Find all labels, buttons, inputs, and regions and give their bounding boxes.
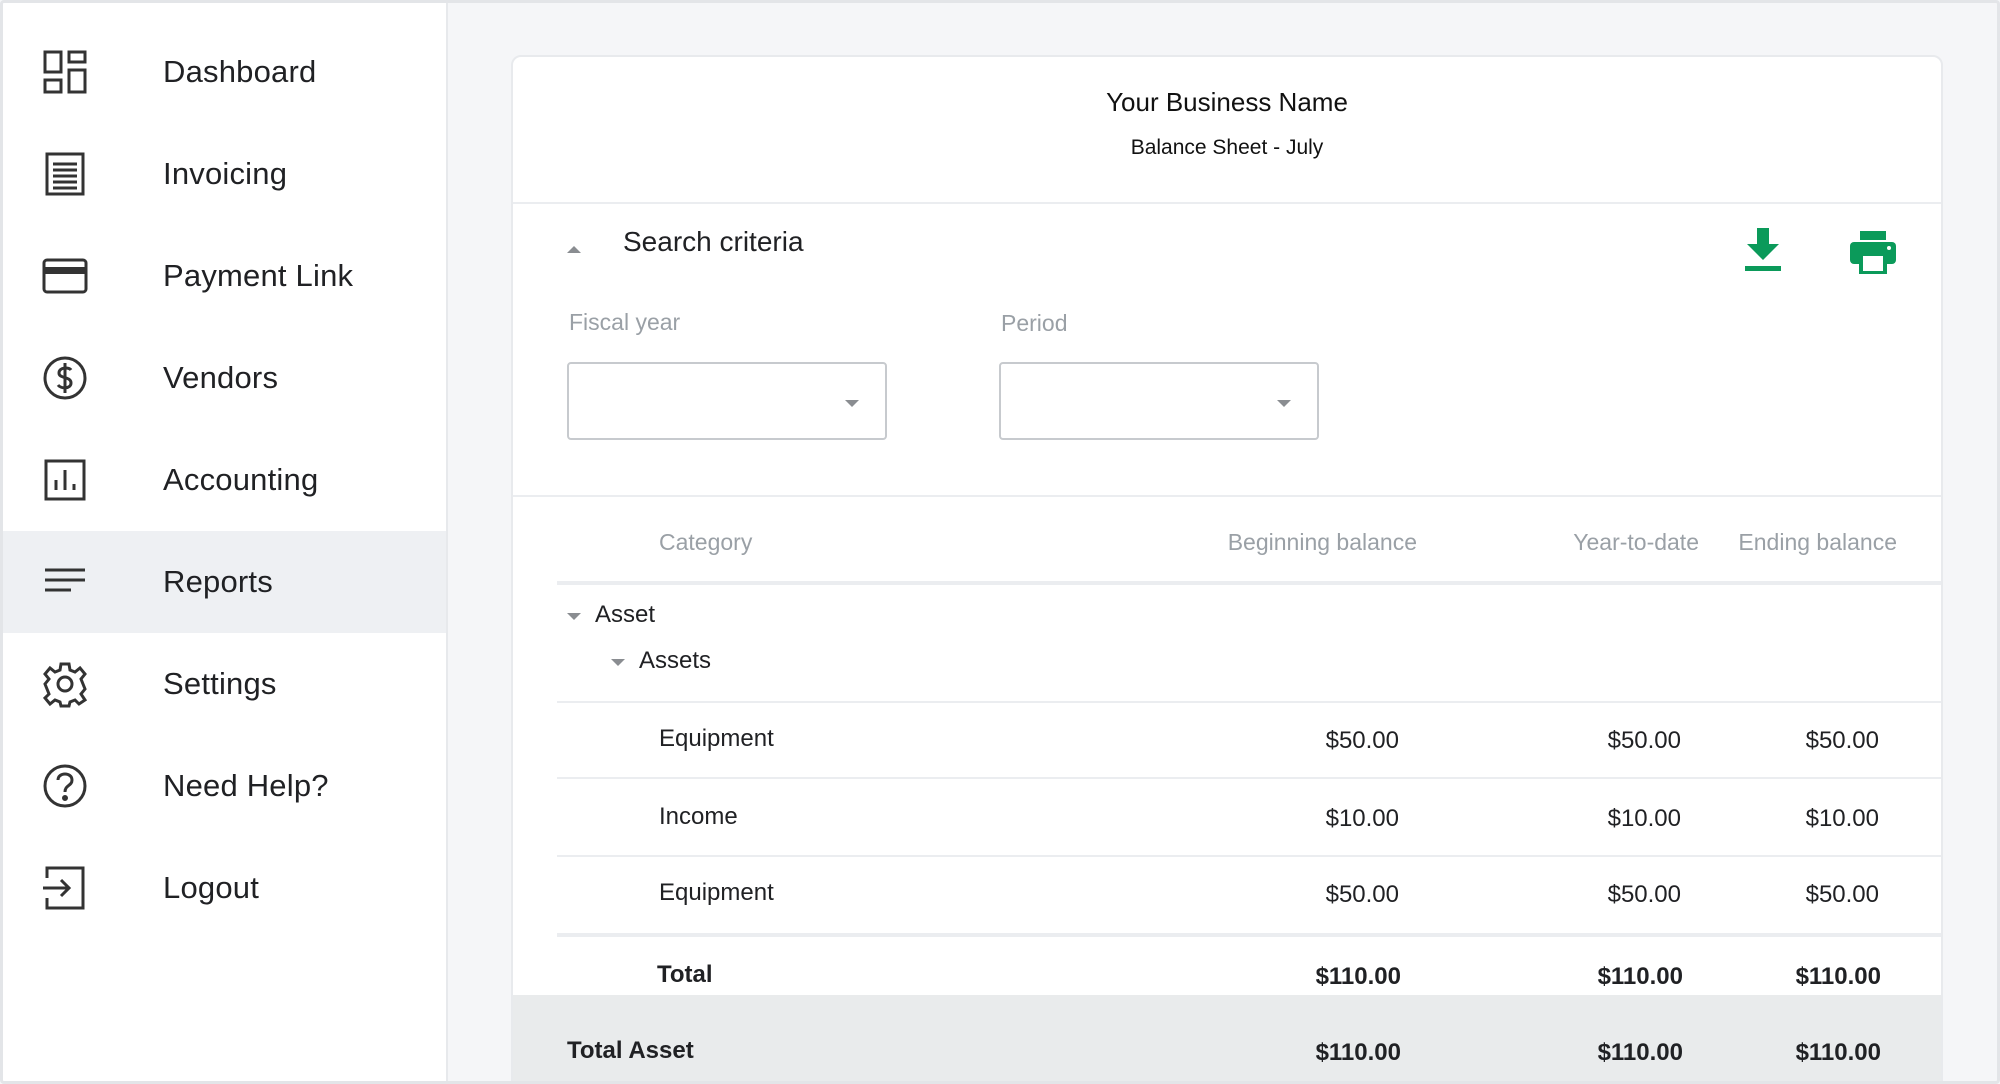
table-row-ending: $50.00 [1805, 881, 1879, 908]
table-row-ending: $10.00 [1805, 805, 1879, 832]
fiscal-year-label: Fiscal year [569, 309, 681, 335]
column-header-beginning: Beginning balance [1227, 529, 1417, 555]
table-row-category: Equipment [659, 879, 774, 906]
row-divider [557, 777, 1941, 779]
sidebar-item-logout[interactable]: Logout [3, 837, 446, 939]
column-header-ending: Ending balance [1738, 529, 1897, 555]
period-select[interactable] [999, 362, 1319, 440]
group-label-asset[interactable]: Asset [595, 601, 655, 629]
sidebar: Dashboard Invoicing Payment Link Vendors… [3, 3, 448, 1081]
row-divider [557, 855, 1941, 857]
sidebar-item-settings[interactable]: Settings [3, 633, 446, 735]
logout-icon [41, 864, 89, 912]
credit-card-icon [41, 252, 89, 300]
sidebar-item-vendors[interactable]: Vendors [3, 327, 446, 429]
sidebar-item-label: Need Help? [163, 768, 329, 803]
total-beginning: $110.00 [1315, 963, 1401, 990]
sidebar-item-label: Invoicing [163, 156, 288, 191]
table-row-ending: $50.00 [1805, 727, 1879, 754]
header-divider [557, 581, 1941, 585]
column-header-category: Category [659, 529, 753, 555]
total-asset-row: Total Asset $110.00 $110.00 $110.00 [513, 995, 1941, 1081]
chevron-up-icon[interactable] [567, 246, 581, 253]
table-row-category: Equipment [659, 725, 774, 752]
print-button[interactable] [1849, 230, 1897, 275]
total-asset-label: Total Asset [567, 1037, 694, 1064]
sidebar-item-help[interactable]: Need Help? [3, 735, 446, 837]
printer-icon [1850, 231, 1896, 275]
download-icon [1745, 228, 1781, 271]
chevron-down-icon[interactable] [611, 659, 625, 666]
report-title: Balance Sheet - July [1130, 136, 1324, 159]
bar-chart-icon [41, 456, 89, 504]
sidebar-item-accounting[interactable]: Accounting [3, 429, 446, 531]
sidebar-item-label: Logout [163, 870, 260, 905]
subgroup-label-assets[interactable]: Assets [639, 647, 711, 675]
chevron-down-icon[interactable] [567, 613, 581, 620]
lines-icon [41, 558, 89, 606]
report-card: Your Business Name Balance Sheet - July … [511, 55, 1943, 1081]
report-header: Your Business Name Balance Sheet - July [513, 57, 1941, 204]
sidebar-item-label: Dashboard [163, 54, 317, 89]
receipt-icon [41, 150, 89, 198]
sidebar-item-label: Settings [163, 666, 277, 701]
fiscal-year-select[interactable] [567, 362, 887, 440]
dollar-circle-icon [41, 354, 89, 402]
table-row-beginning: $50.00 [1325, 727, 1399, 754]
total-divider [557, 933, 1941, 937]
app-window: Dashboard Invoicing Payment Link Vendors… [0, 0, 2000, 1084]
sidebar-item-reports[interactable]: Reports [3, 531, 446, 633]
sidebar-item-payment-link[interactable]: Payment Link [3, 225, 446, 327]
table-row-beginning: $50.00 [1325, 881, 1399, 908]
total-ending: $110.00 [1795, 963, 1881, 990]
sidebar-item-label: Payment Link [163, 258, 354, 293]
gear-icon [41, 660, 89, 708]
sidebar-item-invoicing[interactable]: Invoicing [3, 123, 446, 225]
period-label: Period [1001, 310, 1068, 336]
sidebar-item-label: Accounting [163, 462, 319, 497]
table-row-category: Income [659, 803, 738, 830]
chevron-down-icon [845, 400, 859, 407]
help-circle-icon [41, 762, 89, 810]
sidebar-item-dashboard[interactable]: Dashboard [3, 21, 446, 123]
total-asset-beginning: $110.00 [1315, 1039, 1401, 1066]
chevron-down-icon [1277, 400, 1291, 407]
business-name: Your Business Name [1106, 87, 1348, 117]
sidebar-item-label: Reports [163, 564, 273, 599]
search-criteria-title[interactable]: Search criteria [623, 226, 804, 258]
sidebar-item-label: Vendors [163, 360, 279, 395]
download-button[interactable] [1741, 226, 1785, 274]
table-row-beginning: $10.00 [1325, 805, 1399, 832]
total-asset-ending: $110.00 [1795, 1039, 1881, 1066]
total-label: Total [657, 961, 713, 988]
row-divider [557, 701, 1941, 703]
dashboard-icon [41, 48, 89, 96]
search-criteria-panel: Search criteria Fiscal year Period [513, 204, 1941, 497]
